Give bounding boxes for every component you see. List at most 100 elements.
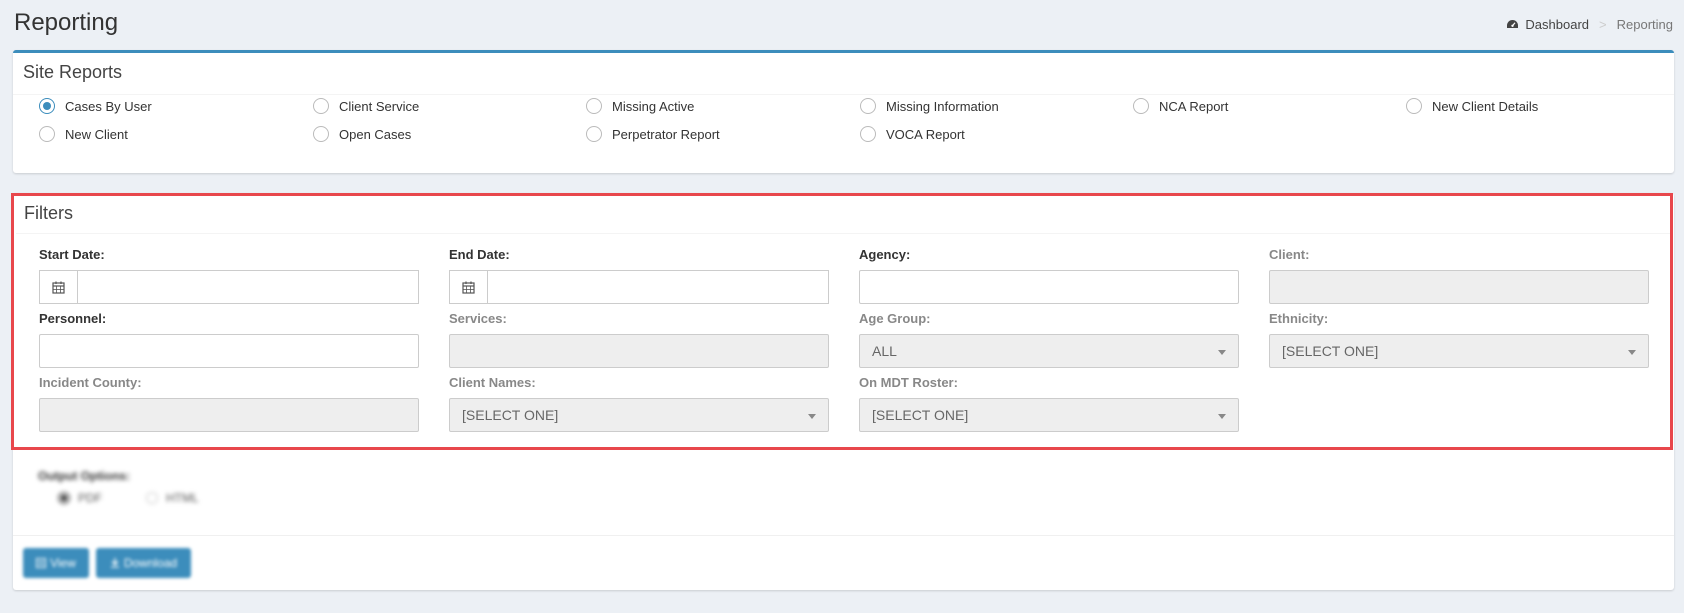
- on-mdt-roster-value: [SELECT ONE]: [872, 407, 969, 423]
- page-header: Reporting Dashboard > Reporting: [0, 0, 1684, 50]
- report-option-label[interactable]: Missing Active: [612, 99, 694, 114]
- radio-button[interactable]: [1133, 98, 1149, 114]
- on-mdt-roster-field: On MDT Roster: [SELECT ONE]: [859, 375, 1239, 432]
- report-option-label[interactable]: New Client: [65, 127, 128, 142]
- output-options-label: Output Options:: [38, 469, 130, 483]
- site-reports-title: Site Reports: [13, 53, 1674, 95]
- chevron-down-icon: [1218, 414, 1226, 419]
- personnel-input[interactable]: [39, 334, 419, 368]
- agency-input[interactable]: [859, 270, 1239, 304]
- report-option-new-client[interactable]: New Client: [39, 126, 128, 142]
- radio-button[interactable]: [860, 126, 876, 142]
- end-date-input[interactable]: [488, 271, 828, 303]
- start-date-label: Start Date:: [39, 247, 105, 262]
- services-label: Services:: [449, 311, 507, 326]
- chevron-down-icon: [1628, 350, 1636, 355]
- download-button-label[interactable]: Download: [124, 556, 177, 570]
- page-title: Reporting: [14, 9, 119, 36]
- report-option-label[interactable]: New Client Details: [1432, 99, 1538, 114]
- report-option-label[interactable]: Client Service: [339, 99, 419, 114]
- calendar-icon: [52, 281, 65, 294]
- footer-divider: [13, 535, 1674, 536]
- end-date-input-group[interactable]: [449, 270, 829, 304]
- report-option-cases-by-user[interactable]: Cases By User: [39, 98, 152, 114]
- calendar-addon[interactable]: [40, 271, 78, 303]
- report-option-label[interactable]: Perpetrator Report: [612, 127, 720, 142]
- start-date-input[interactable]: [78, 271, 418, 303]
- agency-label: Agency:: [859, 247, 911, 262]
- start-date-input-group[interactable]: [39, 270, 419, 304]
- end-date-field: End Date:: [449, 247, 829, 304]
- ethnicity-select[interactable]: [SELECT ONE]: [1269, 334, 1649, 368]
- radio-button[interactable]: [1406, 98, 1422, 114]
- chevron-down-icon: [808, 414, 816, 419]
- breadcrumb-separator: >: [1599, 17, 1607, 32]
- filters-title: Filters: [24, 203, 73, 223]
- radio-button[interactable]: [39, 98, 55, 114]
- personnel-label: Personnel:: [39, 311, 107, 326]
- radio-button[interactable]: [146, 492, 158, 504]
- output-option-label[interactable]: HTML: [166, 491, 199, 505]
- output-options: Output Options: PDF HTML: [38, 469, 199, 505]
- report-option-open-cases[interactable]: Open Cases: [313, 126, 411, 142]
- end-date-label: End Date:: [449, 247, 510, 262]
- ethnicity-field: Ethnicity: [SELECT ONE]: [1269, 311, 1649, 368]
- agency-field: Agency:: [859, 247, 1239, 304]
- radio-button[interactable]: [860, 98, 876, 114]
- calendar-addon[interactable]: [450, 271, 488, 303]
- report-option-label[interactable]: Cases By User: [65, 99, 152, 114]
- radio-button[interactable]: [39, 126, 55, 142]
- start-date-field: Start Date:: [39, 247, 419, 304]
- incident-county-label: Incident County:: [39, 375, 142, 390]
- report-option-perpetrator-report[interactable]: Perpetrator Report: [586, 126, 720, 142]
- chevron-down-icon: [1218, 350, 1226, 355]
- ethnicity-value: [SELECT ONE]: [1282, 343, 1379, 359]
- incident-county-input[interactable]: [39, 398, 419, 432]
- on-mdt-roster-select[interactable]: [SELECT ONE]: [859, 398, 1239, 432]
- output-option-label[interactable]: PDF: [78, 491, 102, 505]
- download-icon: [110, 558, 119, 568]
- breadcrumb-current: Reporting: [1616, 17, 1673, 32]
- report-option-client-service[interactable]: Client Service: [313, 98, 419, 114]
- download-button[interactable]: Download: [96, 548, 191, 578]
- incident-county-field: Incident County:: [39, 375, 419, 432]
- breadcrumb: Dashboard > Reporting: [1506, 17, 1673, 32]
- services-input[interactable]: [449, 334, 829, 368]
- report-option-nca-report[interactable]: NCA Report: [1133, 98, 1228, 114]
- radio-button[interactable]: [313, 98, 329, 114]
- breadcrumb-dashboard-link[interactable]: Dashboard: [1506, 17, 1589, 32]
- breadcrumb-dashboard-label[interactable]: Dashboard: [1525, 17, 1589, 32]
- client-names-select[interactable]: [SELECT ONE]: [449, 398, 829, 432]
- age-group-label: Age Group:: [859, 311, 931, 326]
- on-mdt-roster-label: On MDT Roster:: [859, 375, 958, 390]
- view-button[interactable]: View: [23, 548, 89, 578]
- report-option-missing-active[interactable]: Missing Active: [586, 98, 694, 114]
- radio-button[interactable]: [586, 126, 602, 142]
- client-names-field: Client Names: [SELECT ONE]: [449, 375, 829, 432]
- client-field: Client:: [1269, 247, 1649, 304]
- view-button-label[interactable]: View: [50, 556, 76, 570]
- client-names-label: Client Names:: [449, 375, 536, 390]
- radio-button[interactable]: [58, 492, 70, 504]
- report-option-label[interactable]: VOCA Report: [886, 127, 965, 142]
- services-field: Services:: [449, 311, 829, 368]
- calendar-icon: [462, 281, 475, 294]
- site-reports-panel: Site Reports Cases By User Client Servic…: [13, 50, 1674, 173]
- filters-divider: [16, 233, 1671, 234]
- report-option-new-client-details[interactable]: New Client Details: [1406, 98, 1538, 114]
- personnel-field: Personnel:: [39, 311, 419, 368]
- list-icon: [36, 558, 47, 568]
- radio-button[interactable]: [586, 98, 602, 114]
- age-group-select[interactable]: ALL: [859, 334, 1239, 368]
- report-option-label[interactable]: NCA Report: [1159, 99, 1228, 114]
- report-option-voca-report[interactable]: VOCA Report: [860, 126, 965, 142]
- output-option-pdf[interactable]: PDF: [58, 491, 102, 505]
- output-option-html[interactable]: HTML: [146, 491, 199, 505]
- radio-button[interactable]: [313, 126, 329, 142]
- age-group-value: ALL: [872, 343, 897, 359]
- client-input[interactable]: [1269, 270, 1649, 304]
- report-option-label[interactable]: Missing Information: [886, 99, 999, 114]
- output-options-radios: PDF HTML: [58, 491, 199, 505]
- report-option-missing-information[interactable]: Missing Information: [860, 98, 999, 114]
- report-option-label[interactable]: Open Cases: [339, 127, 411, 142]
